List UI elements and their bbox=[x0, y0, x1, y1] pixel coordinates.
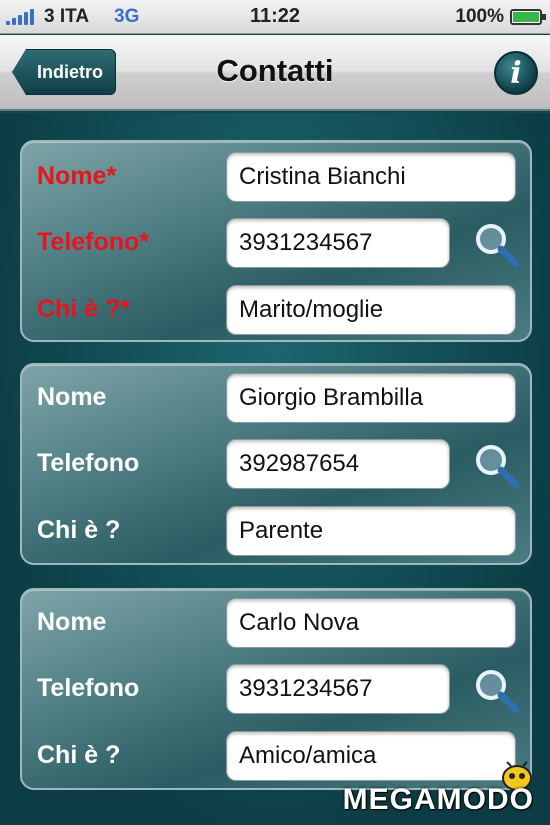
search-icon[interactable] bbox=[472, 220, 520, 268]
status-bar: 3 ITA 3G 11:22 100% bbox=[0, 0, 550, 34]
name-row: Nome Giorgio Brambilla bbox=[22, 373, 530, 425]
name-field[interactable]: Giorgio Brambilla bbox=[226, 373, 516, 423]
watermark: MEGAMODO bbox=[342, 783, 534, 816]
name-label: Nome bbox=[37, 383, 107, 411]
name-row: Nome* Cristina Bianchi bbox=[22, 152, 530, 204]
name-field[interactable]: Cristina Bianchi bbox=[226, 152, 516, 202]
name-label: Nome bbox=[37, 608, 107, 636]
phone-row: Telefono 3931234567 bbox=[22, 664, 530, 716]
page-title: Contatti bbox=[216, 53, 334, 88]
search-icon[interactable] bbox=[472, 441, 520, 489]
relation-label: Chi è ?* bbox=[37, 295, 131, 323]
info-icon[interactable]: i bbox=[494, 51, 538, 95]
phone-field[interactable]: 3931234567 bbox=[226, 664, 450, 714]
relation-row: Chi è ? Parente bbox=[22, 506, 530, 558]
phone-label: Telefono bbox=[37, 449, 140, 477]
relation-row: Chi è ? Amico/amica bbox=[22, 731, 530, 783]
relation-field[interactable]: Amico/amica bbox=[226, 731, 516, 781]
phone-field[interactable]: 392987654 bbox=[226, 439, 450, 489]
name-row: Nome Carlo Nova bbox=[22, 598, 530, 650]
contact-card-2: Nome Giorgio Brambilla Telefono 39298765… bbox=[20, 363, 532, 565]
phone-field[interactable]: 3931234567 bbox=[226, 218, 450, 268]
battery-icon bbox=[510, 9, 546, 25]
phone-row: Telefono 392987654 bbox=[22, 439, 530, 491]
relation-label: Chi è ? bbox=[37, 741, 121, 769]
relation-field[interactable]: Parente bbox=[226, 506, 516, 556]
phone-row: Telefono* 3931234567 bbox=[22, 218, 530, 270]
phone-label: Telefono* bbox=[37, 228, 150, 256]
relation-field[interactable]: Marito/moglie bbox=[226, 285, 516, 335]
contacts-list: Nome* Cristina Bianchi Telefono* 3931234… bbox=[0, 113, 550, 825]
search-icon[interactable] bbox=[472, 666, 520, 714]
name-field[interactable]: Carlo Nova bbox=[226, 598, 516, 648]
battery-percentage: 100% bbox=[455, 6, 504, 27]
relation-row: Chi è ?* Marito/moglie bbox=[22, 285, 530, 337]
contact-card-3: Nome Carlo Nova Telefono 3931234567 Chi … bbox=[20, 588, 532, 790]
name-label: Nome* bbox=[37, 162, 117, 190]
contact-card-1: Nome* Cristina Bianchi Telefono* 3931234… bbox=[20, 140, 532, 342]
relation-label: Chi è ? bbox=[37, 516, 121, 544]
phone-label: Telefono bbox=[37, 674, 140, 702]
navigation-bar: Indietro Contatti i bbox=[0, 35, 550, 111]
